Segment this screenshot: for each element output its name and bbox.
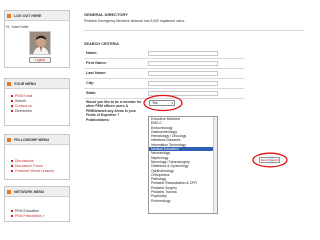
expertise-listbox[interactable]: Executive Medicine EMS-C Endocrinology Gast… (148, 116, 218, 214)
logout-label: Logout (34, 58, 46, 62)
bullet-icon (11, 105, 13, 108)
login-box: LOG OUT HERE Hi, Yusef Uribe Logout (4, 10, 70, 68)
logout-button[interactable]: Logout (29, 57, 51, 63)
bullet-icon (11, 160, 13, 163)
name-field[interactable] (148, 51, 218, 56)
avatar-photo-icon (30, 32, 50, 54)
annotation-ellipse-button (252, 152, 288, 168)
square-bullet-icon (7, 137, 11, 142)
first-name-field[interactable] (148, 61, 218, 66)
user-greeting: Hi, Yusef Uribe (6, 25, 29, 29)
last-name-field[interactable] (148, 71, 218, 76)
search-heading: SEARCH CRITERIA (84, 42, 120, 46)
bullet-icon (11, 165, 13, 168)
bullet-icon (11, 110, 13, 113)
avatar (29, 31, 51, 55)
login-box-header: LOG OUT HERE (5, 11, 69, 21)
square-bullet-icon (7, 81, 11, 86)
login-box-title: LOG OUT HERE (14, 13, 42, 18)
expertise-option[interactable]: Pulmonology (149, 199, 217, 203)
scrollbar[interactable] (213, 117, 217, 213)
member-question: Would you like to be a member for other … (86, 100, 142, 118)
network-menu-box: NETWORK MENU PEM Education PEM Fellowshi… (4, 186, 70, 222)
publications-label: Publications: (86, 118, 110, 122)
divider (84, 58, 244, 59)
divider (84, 78, 244, 79)
city-field[interactable] (148, 81, 218, 86)
divider (84, 88, 244, 89)
your-menu-box: YOUR MENU PEM Email Submit Contact us Di… (4, 78, 70, 126)
bullet-icon (11, 100, 13, 103)
your-menu-header: YOUR MENU (5, 79, 69, 89)
annotation-ellipse-select (143, 94, 183, 112)
city-label: City: (86, 81, 95, 85)
bullet-icon (11, 170, 13, 173)
square-bullet-icon (7, 13, 11, 18)
bullet-icon (11, 215, 13, 218)
fellowship-menu-box: FELLOWSHIP MENU Discussions Discussion F… (4, 134, 70, 180)
menu-item-directories[interactable]: Directories (11, 109, 69, 114)
first-name-label: First Name: (86, 61, 107, 65)
page-subtext: Pediatric Emergency Medicine Network has… (84, 19, 186, 23)
divider (84, 68, 244, 69)
expertise-options: Executive Medicine EMS-C Endocrinology Gast… (149, 117, 217, 203)
your-menu-title: YOUR MENU (14, 81, 36, 86)
fellowship-menu-header: FELLOWSHIP MENU (5, 135, 69, 145)
divider (84, 30, 304, 31)
menu-item-pem-fellowships[interactable]: PEM Fellowships » (11, 214, 69, 219)
fellowship-menu-title: FELLOWSHIP MENU (14, 137, 50, 142)
name-label: Name: (86, 51, 98, 55)
network-menu-header: NETWORK MENU (5, 187, 69, 197)
page-title: GENERAL DIRECTORY (84, 12, 128, 17)
bullet-icon (11, 210, 13, 213)
menu-item-virtual-lectures[interactable]: Featured Virtual Lectures (11, 169, 69, 174)
last-name-label: Last Name: (86, 71, 107, 75)
square-bullet-icon (7, 189, 11, 194)
bullet-icon (11, 95, 13, 98)
state-label: State: (86, 91, 97, 95)
network-menu-title: NETWORK MENU (14, 189, 45, 194)
